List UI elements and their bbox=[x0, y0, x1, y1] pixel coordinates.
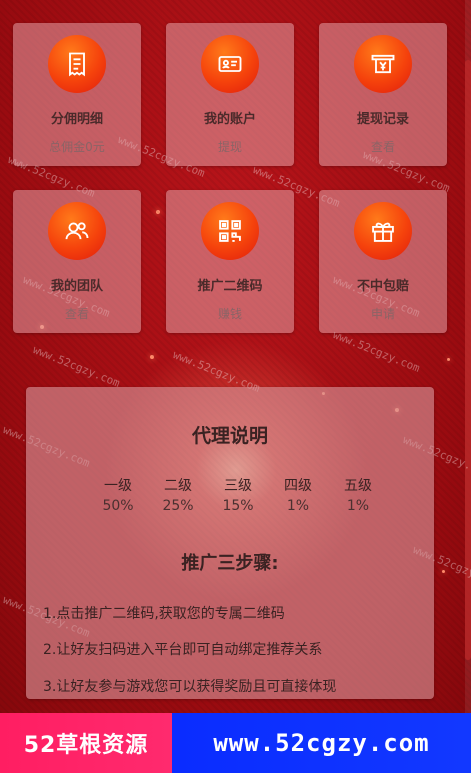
level-name: 四级 bbox=[284, 478, 312, 494]
card-subtitle: 提现 bbox=[217, 140, 242, 154]
card-title: 我的账户 bbox=[203, 112, 256, 127]
agent-explanation-panel: 代理说明 一级 50% 二级 25% 三级 15% 四级 1% 五级 1% 推广… bbox=[26, 387, 434, 699]
level-item: 三级 15% bbox=[208, 475, 268, 514]
card-title: 推广二维码 bbox=[197, 279, 263, 294]
card-title: 提现记录 bbox=[356, 112, 409, 127]
panel-title: 代理说明 bbox=[191, 425, 268, 447]
step-item: 3.让好友参与游戏您可以获得奖励且可直接体现 bbox=[43, 679, 337, 695]
card-withdraw-records[interactable]: 提现记录 查看 bbox=[319, 23, 447, 166]
step-item: 2.让好友扫码进入平台即可自动绑定推荐关系 bbox=[43, 642, 323, 658]
team-icon bbox=[48, 202, 106, 260]
scrollbar-track[interactable] bbox=[465, 0, 471, 713]
card-subtitle: 查看 bbox=[64, 307, 89, 321]
level-percent: 1% bbox=[286, 498, 310, 514]
level-item: 五级 1% bbox=[328, 475, 388, 514]
card-subtitle: 申请 bbox=[370, 307, 395, 321]
footer-brand-text: 52草根资源 bbox=[23, 733, 149, 758]
withdraw-yen-icon bbox=[354, 35, 412, 93]
level-item: 一级 50% bbox=[88, 475, 148, 514]
level-percent: 1% bbox=[346, 498, 370, 514]
card-commission-detail[interactable]: 分佣明细 总佣金0元 bbox=[13, 23, 141, 166]
card-subtitle: 赚钱 bbox=[217, 307, 242, 321]
card-loss-compensation[interactable]: 不中包赔 申请 bbox=[319, 190, 447, 333]
card-promo-qrcode[interactable]: 推广二维码 赚钱 bbox=[166, 190, 294, 333]
scrollbar-thumb[interactable] bbox=[465, 60, 471, 660]
steps-title: 推广三步骤: bbox=[181, 553, 279, 574]
footer-url-text: www.52cgzy.com bbox=[213, 729, 430, 757]
footer-url-banner: www.52cgzy.com bbox=[172, 713, 471, 773]
sparkle bbox=[442, 570, 445, 573]
sparkle bbox=[150, 355, 154, 359]
step-item: 1.点击推广二维码,获取您的专属二维码 bbox=[43, 606, 285, 622]
receipt-icon bbox=[48, 35, 106, 93]
level-name: 三级 bbox=[224, 478, 252, 494]
level-percent: 50% bbox=[102, 498, 134, 514]
id-card-icon bbox=[201, 35, 259, 93]
level-name: 一级 bbox=[104, 478, 132, 494]
card-my-team[interactable]: 我的团队 查看 bbox=[13, 190, 141, 333]
sparkle bbox=[156, 210, 160, 214]
level-item: 四级 1% bbox=[268, 475, 328, 514]
level-name: 二级 bbox=[164, 478, 192, 494]
gift-icon bbox=[354, 202, 412, 260]
sparkle bbox=[447, 358, 450, 361]
qrcode-icon bbox=[201, 202, 259, 260]
footer-brand-banner: 52草根资源 bbox=[0, 713, 172, 773]
card-subtitle: 总佣金0元 bbox=[49, 140, 105, 154]
card-subtitle: 查看 bbox=[370, 140, 395, 154]
card-title: 分佣明细 bbox=[50, 112, 103, 127]
level-percent: 15% bbox=[222, 498, 254, 514]
card-my-account[interactable]: 我的账户 提现 bbox=[166, 23, 294, 166]
card-title: 不中包赔 bbox=[356, 279, 409, 294]
card-title: 我的团队 bbox=[50, 279, 103, 294]
level-percent: 25% bbox=[162, 498, 194, 514]
level-item: 二级 25% bbox=[148, 475, 208, 514]
level-name: 五级 bbox=[344, 478, 372, 494]
